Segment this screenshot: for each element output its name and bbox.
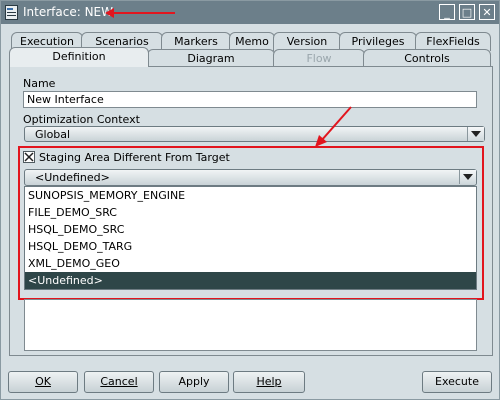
list-item[interactable]: HSQL_DEMO_TARG <box>25 238 476 255</box>
list-item[interactable]: HSQL_DEMO_SRC <box>25 221 476 238</box>
interface-icon <box>5 5 18 20</box>
list-item-selected[interactable]: <Undefined> <box>25 272 476 289</box>
cancel-button[interactable]: Cancel <box>84 371 154 393</box>
staging-area-select[interactable]: <Undefined> <box>24 169 477 186</box>
name-label: Name <box>23 77 56 90</box>
window-title: Interface: NEW <box>23 5 114 19</box>
checkmark-icon <box>24 152 34 162</box>
chevron-down-icon[interactable] <box>467 127 484 141</box>
staging-detail-area <box>24 299 477 351</box>
chevron-down-icon[interactable] <box>459 170 476 184</box>
staging-area-checkbox[interactable] <box>23 151 35 163</box>
list-item[interactable]: FILE_DEMO_SRC <box>25 204 476 221</box>
apply-button[interactable]: Apply <box>159 371 229 393</box>
list-item[interactable]: SUNOPSIS_MEMORY_ENGINE <box>25 187 476 204</box>
execute-button[interactable]: Execute <box>422 371 492 393</box>
interface-window: Interface: NEW _ □ ✕ Execution Scenarios… <box>0 0 500 400</box>
name-field[interactable]: New Interface <box>23 91 477 108</box>
list-item[interactable]: XML_DEMO_GEO <box>25 255 476 272</box>
optimization-context-label: Optimization Context <box>23 113 140 126</box>
optimization-context-select[interactable]: Global <box>24 126 485 142</box>
staging-area-select-value: <Undefined> <box>35 171 110 184</box>
minimize-button[interactable]: _ <box>439 4 455 20</box>
optimization-context-value: Global <box>35 128 71 141</box>
annotation-arrow-icon <box>105 8 175 18</box>
ok-button[interactable]: OK <box>8 371 78 393</box>
close-button[interactable]: ✕ <box>479 4 495 20</box>
title-bar[interactable]: Interface: NEW _ □ ✕ <box>1 1 499 24</box>
staging-area-label: Staging Area Different From Target <box>39 151 230 164</box>
annotation-arrow-icon <box>315 106 352 147</box>
help-button[interactable]: Help <box>233 371 305 393</box>
maximize-button[interactable]: □ <box>459 4 475 20</box>
tab-definition[interactable]: Definition <box>9 47 149 67</box>
staging-area-options: SUNOPSIS_MEMORY_ENGINE FILE_DEMO_SRC HSQ… <box>24 186 477 290</box>
